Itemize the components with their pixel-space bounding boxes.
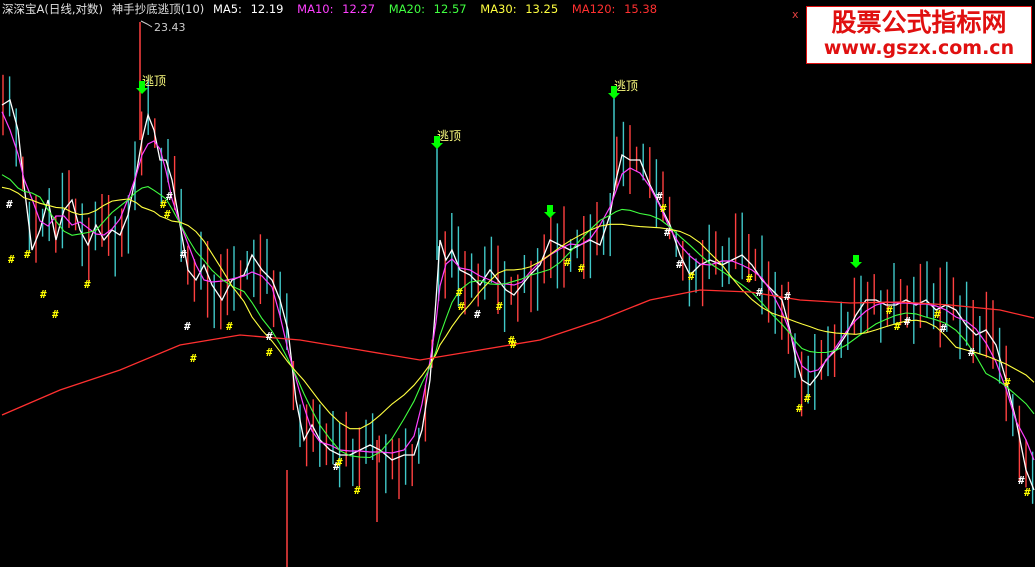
bottom-mark: # xyxy=(458,300,465,313)
bottom-mark: # xyxy=(6,198,13,211)
bottom-mark: # xyxy=(904,315,911,328)
bottom-mark: # xyxy=(266,330,273,343)
escape-top-label: 逃顶 xyxy=(142,74,166,88)
bottom-mark: # xyxy=(336,456,343,469)
bottom-mark: # xyxy=(940,322,947,335)
peak-pointer xyxy=(140,20,153,28)
bottom-mark: # xyxy=(8,253,15,266)
bottom-mark: # xyxy=(496,300,503,313)
bottom-mark: # xyxy=(166,190,173,203)
bottom-mark: # xyxy=(190,352,197,365)
bottom-mark: # xyxy=(688,270,695,283)
bottom-mark: # xyxy=(510,338,517,351)
chart-canvas[interactable]: 深深宝A(日线,对数) 神手抄底逃顶(10) MA5: 12.19 MA10: … xyxy=(0,0,1035,567)
bottom-mark: # xyxy=(184,320,191,333)
down-arrow-icon xyxy=(850,255,862,268)
bottom-mark: # xyxy=(564,256,571,269)
bottom-mark: # xyxy=(1004,376,1011,389)
bottom-mark: # xyxy=(746,272,753,285)
bottom-mark: # xyxy=(676,258,683,271)
bottom-mark: # xyxy=(968,346,975,359)
bottom-mark: # xyxy=(456,286,463,299)
bottom-mark: # xyxy=(40,288,47,301)
bottom-mark: # xyxy=(354,484,361,497)
peak-price-label: 23.43 xyxy=(154,21,186,34)
bottom-mark: # xyxy=(894,320,901,333)
bottom-mark: # xyxy=(934,308,941,321)
bottom-mark: # xyxy=(886,304,893,317)
bottom-mark: # xyxy=(664,226,671,239)
bottom-mark: # xyxy=(578,262,585,275)
bottom-mark: # xyxy=(266,346,273,359)
bottom-mark: # xyxy=(1024,486,1031,499)
down-arrow-icon xyxy=(544,205,556,218)
bottom-mark: # xyxy=(660,202,667,215)
bottom-mark: # xyxy=(226,320,233,333)
bottom-mark: # xyxy=(796,402,803,415)
bottom-mark: # xyxy=(24,248,31,261)
bottom-mark: # xyxy=(84,278,91,291)
escape-top-label: 逃顶 xyxy=(614,79,638,93)
bottom-mark: # xyxy=(784,290,791,303)
bottom-mark: # xyxy=(52,308,59,321)
bottom-mark: # xyxy=(804,392,811,405)
bottom-mark: # xyxy=(180,248,187,261)
bottom-mark: # xyxy=(474,308,481,321)
escape-top-label: 逃顶 xyxy=(437,129,461,143)
price-plot[interactable]: 23.43逃顶逃顶逃顶## ####################### ####… xyxy=(0,0,1035,567)
bottom-mark: # xyxy=(756,286,763,299)
bottom-mark: # xyxy=(164,208,171,221)
